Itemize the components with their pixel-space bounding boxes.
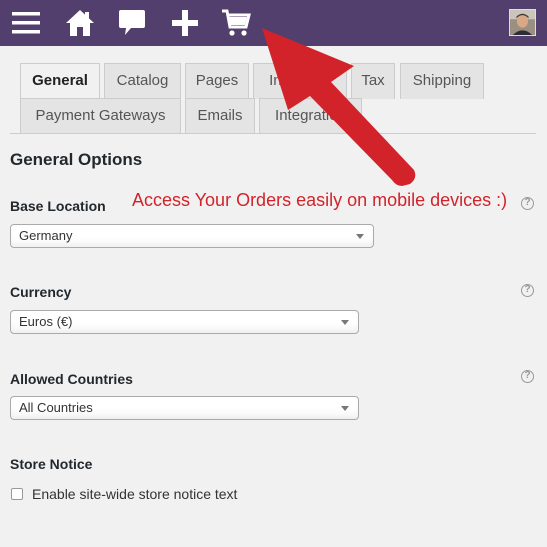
tab-payment-gateways[interactable]: Payment Gateways <box>20 98 181 134</box>
help-icon[interactable]: ? <box>521 284 534 297</box>
tab-integration[interactable]: Integration <box>259 98 362 134</box>
tab-catalog[interactable]: Catalog <box>104 63 181 99</box>
tab-general[interactable]: General <box>20 63 100 100</box>
user-avatar[interactable] <box>509 9 536 36</box>
help-icon[interactable]: ? <box>521 197 534 210</box>
tab-pages[interactable]: Pages <box>185 63 249 99</box>
store-notice-checkbox[interactable] <box>11 488 23 500</box>
help-icon[interactable]: ? <box>521 370 534 383</box>
tab-shipping[interactable]: Shipping <box>400 63 484 99</box>
tab-emails[interactable]: Emails <box>185 98 255 134</box>
menu-icon[interactable] <box>11 8 41 38</box>
store-notice-checkbox-label[interactable]: Enable site-wide store notice text <box>32 486 237 502</box>
tabs-divider <box>10 133 536 134</box>
home-icon[interactable] <box>65 8 95 38</box>
allowed-countries-label: Allowed Countries <box>10 371 133 387</box>
tab-inventory[interactable]: Inventory <box>253 63 347 99</box>
page-title: General Options <box>10 150 143 169</box>
base-location-select[interactable]: Germany <box>10 224 374 248</box>
allowed-countries-value: All Countries <box>19 400 93 415</box>
cart-icon[interactable] <box>221 8 251 38</box>
currency-value: Euros (€) <box>19 314 73 329</box>
chevron-down-icon <box>341 320 349 325</box>
allowed-countries-select[interactable]: All Countries <box>10 396 359 420</box>
admin-toolbar <box>0 0 547 46</box>
plus-icon[interactable] <box>170 8 200 38</box>
chevron-down-icon <box>356 234 364 239</box>
base-location-value: Germany <box>19 228 73 243</box>
tab-tax[interactable]: Tax <box>351 63 395 99</box>
currency-label: Currency <box>10 284 72 300</box>
chevron-down-icon <box>341 406 349 411</box>
annotation-text: Access Your Orders easily on mobile devi… <box>132 190 508 210</box>
currency-select[interactable]: Euros (€) <box>10 310 359 334</box>
base-location-label: Base Location <box>10 198 106 214</box>
store-notice-label: Store Notice <box>10 456 93 472</box>
comment-icon[interactable] <box>117 8 147 38</box>
